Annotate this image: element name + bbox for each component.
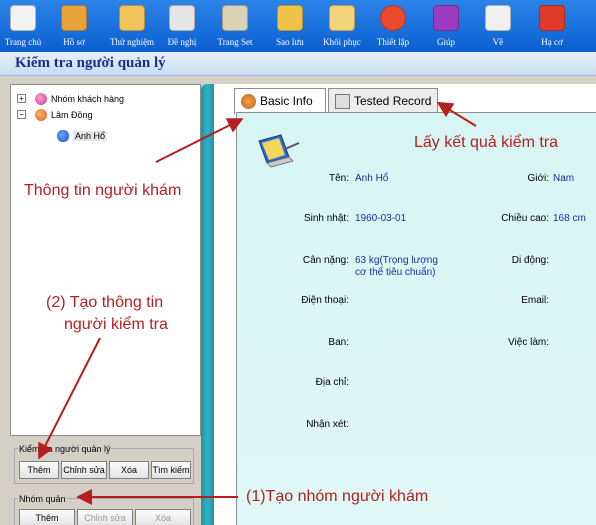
arrow-to-basic-info [155,118,244,163]
arrow-to-add-manager [38,337,101,460]
annotation-arrows [38,101,477,505]
arrow-to-tested-record [436,101,477,127]
